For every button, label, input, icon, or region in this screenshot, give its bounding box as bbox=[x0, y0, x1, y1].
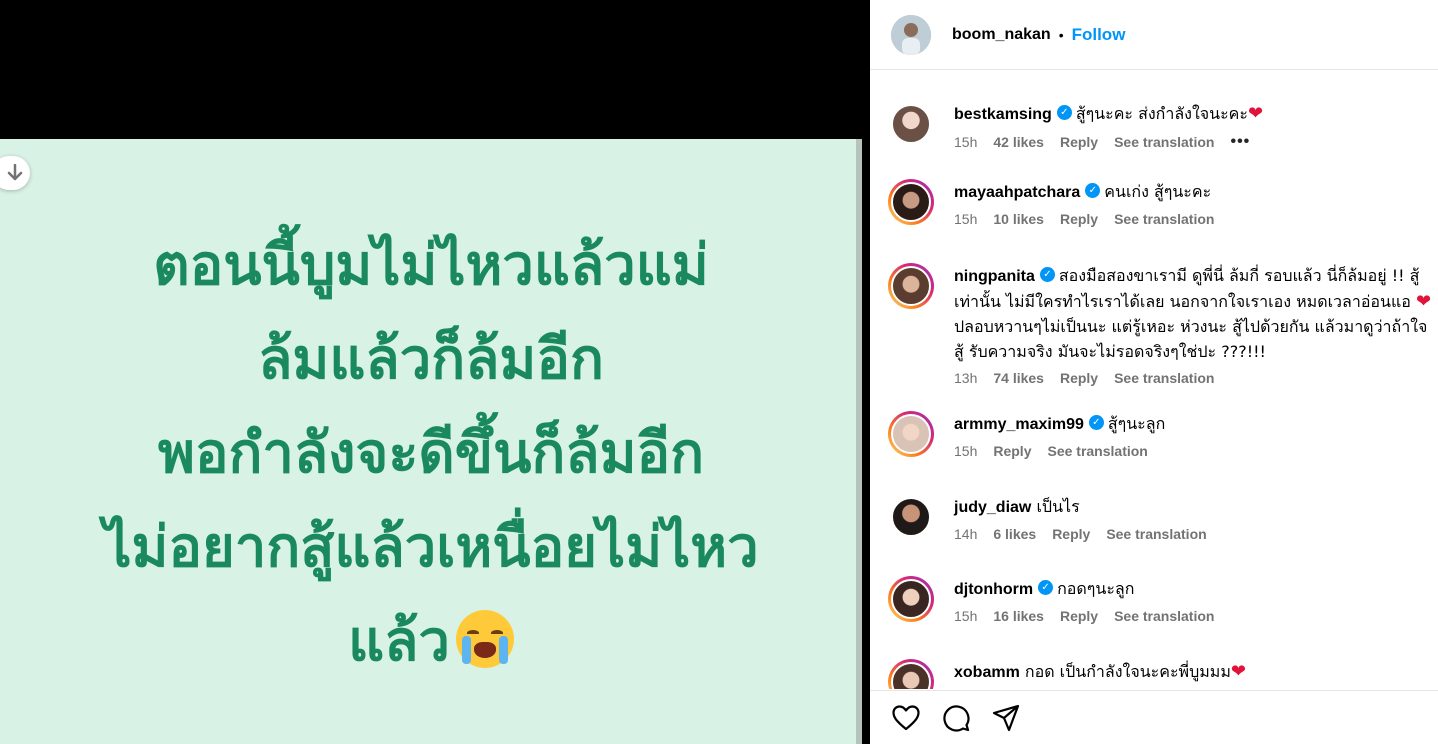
see-translation-button[interactable]: See translation bbox=[1114, 211, 1214, 227]
header-separator: • bbox=[1058, 26, 1064, 43]
commenter-avatar[interactable] bbox=[888, 659, 934, 689]
comment-button[interactable] bbox=[941, 703, 971, 733]
reply-button[interactable]: Reply bbox=[1052, 526, 1090, 542]
like-button[interactable] bbox=[891, 703, 921, 733]
image-line-2: ล้มแล้วก็ล้มอีก bbox=[258, 327, 604, 392]
verified-badge-icon: ✓ bbox=[1038, 580, 1054, 595]
comments-sidebar: boom_nakan • Follow bestkamsing ✓ สู้ๆนะคะ… bbox=[870, 0, 1438, 744]
reply-button[interactable]: Reply bbox=[1060, 211, 1098, 227]
see-translation-button[interactable]: See translation bbox=[1114, 608, 1214, 624]
comment-text: สู้ๆนะลูก bbox=[1107, 414, 1166, 433]
comment-time: 15h bbox=[954, 443, 978, 459]
red-heart-icon: ❤ bbox=[1247, 103, 1264, 124]
commenter-username[interactable]: judy_diaw bbox=[954, 499, 1031, 516]
comment-text: เป็นไร bbox=[1036, 497, 1080, 516]
comment-likes[interactable]: 16 likes bbox=[993, 608, 1044, 624]
comments-list[interactable]: bestkamsing ✓ สู้ๆนะคะ ส่งกำลังใจนะคะ❤ 15h… bbox=[870, 71, 1438, 689]
see-translation-button[interactable]: See translation bbox=[1047, 443, 1147, 459]
commenter-avatar[interactable] bbox=[888, 494, 934, 540]
see-translation-button[interactable]: See translation bbox=[1106, 526, 1206, 542]
image-line-1: ตอนนี้บูมไม่ไหวแล้วแม่ bbox=[153, 233, 709, 298]
comment-icon bbox=[943, 704, 970, 731]
reply-button[interactable]: Reply bbox=[993, 443, 1031, 459]
share-icon bbox=[992, 704, 1020, 731]
author-avatar[interactable] bbox=[891, 14, 931, 55]
comment-likes[interactable]: 42 likes bbox=[993, 134, 1044, 150]
crying-face-icon bbox=[455, 609, 514, 668]
post-image-text: ตอนนี้บูมไม่ไหวแล้วแม่ ล้มแล้วก็ล้มอีก พ… bbox=[0, 219, 862, 689]
comment-text: กอดๆนะลูก bbox=[1057, 579, 1135, 598]
see-translation-button[interactable]: See translation bbox=[1114, 370, 1214, 386]
commenter-username[interactable]: bestkamsing bbox=[954, 106, 1052, 123]
commenter-avatar[interactable] bbox=[888, 101, 934, 147]
more-options-icon[interactable]: ••• bbox=[1230, 133, 1250, 151]
image-line-4: ไม่อยากสู้แล้วเหนื่อยไม่ไหว bbox=[103, 515, 759, 580]
reply-button[interactable]: Reply bbox=[1060, 370, 1098, 386]
follow-button[interactable]: Follow bbox=[1072, 25, 1126, 45]
comment-time: 15h bbox=[954, 211, 978, 227]
verified-badge-icon: ✓ bbox=[1085, 183, 1101, 198]
comment-time: 15h bbox=[954, 608, 978, 624]
image-line-3: พอกำลังจะดีขึ้นก็ล้มอีก bbox=[157, 421, 705, 486]
share-button[interactable] bbox=[991, 703, 1021, 733]
commenter-avatar[interactable] bbox=[888, 263, 934, 309]
comment-text: สู้ๆนะคะ ส่งกำลังใจนะคะ bbox=[1075, 104, 1248, 123]
commenter-username[interactable]: djtonhorm bbox=[954, 581, 1033, 598]
image-line-5-wrap: แล้ว bbox=[0, 595, 862, 689]
commenter-username[interactable]: armmy_maxim99 bbox=[954, 416, 1084, 433]
commenter-username[interactable]: xobamm bbox=[954, 664, 1020, 681]
verified-badge-icon: ✓ bbox=[1056, 105, 1072, 120]
image-line-5: แล้ว bbox=[348, 609, 450, 674]
comment-text: กอด เป็นกำลังใจนะคะพี่บูมมม bbox=[1024, 662, 1231, 681]
reply-button[interactable]: Reply bbox=[1060, 608, 1098, 624]
red-heart-icon: ❤ bbox=[1416, 291, 1432, 312]
commenter-avatar[interactable] bbox=[888, 576, 934, 622]
arrow-down-icon bbox=[7, 164, 23, 181]
comment-likes[interactable]: 6 likes bbox=[993, 526, 1036, 542]
post-actions-bar bbox=[870, 690, 1438, 744]
reply-button[interactable]: Reply bbox=[1060, 134, 1098, 150]
comment-time: 14h bbox=[954, 526, 978, 542]
post-media-area: ตอนนี้บูมไม่ไหวแล้วแม่ ล้มแล้วก็ล้มอีก พ… bbox=[0, 0, 870, 744]
image-right-border bbox=[856, 139, 862, 744]
commenter-avatar[interactable] bbox=[888, 411, 934, 457]
comment-text: คนเก่ง สู้ๆนะคะ bbox=[1104, 182, 1212, 201]
verified-badge-icon: ✓ bbox=[1088, 415, 1104, 430]
comment-time: 13h bbox=[954, 370, 978, 386]
red-heart-icon: ❤ bbox=[1230, 661, 1246, 682]
comment-likes[interactable]: 74 likes bbox=[993, 370, 1044, 386]
post-image: ตอนนี้บูมไม่ไหวแล้วแม่ ล้มแล้วก็ล้มอีก พ… bbox=[0, 139, 862, 744]
commenter-username[interactable]: mayaahpatchara bbox=[954, 184, 1080, 201]
verified-badge-icon: ✓ bbox=[1039, 267, 1055, 282]
commenter-username[interactable]: ningpanita bbox=[954, 268, 1035, 285]
commenter-avatar[interactable] bbox=[888, 179, 934, 225]
author-username[interactable]: boom_nakan bbox=[952, 26, 1051, 44]
heart-icon bbox=[892, 704, 920, 730]
comment-likes[interactable]: 10 likes bbox=[993, 211, 1044, 227]
see-translation-button[interactable]: See translation bbox=[1114, 134, 1214, 150]
post-header: boom_nakan • Follow bbox=[870, 0, 1438, 70]
comment-time: 15h bbox=[954, 134, 978, 150]
comment-text-continued: ปลอบหวานๆไม่เป็นนะ แต่รู้เหอะ ห่วงนะ สู้… bbox=[954, 317, 1428, 361]
